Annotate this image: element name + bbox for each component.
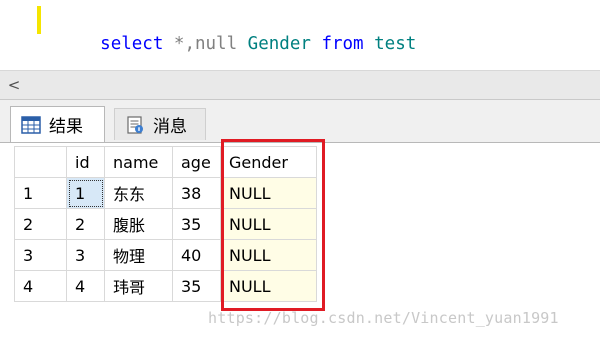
grid-results-icon xyxy=(21,115,41,134)
column-header-id[interactable]: id xyxy=(66,146,105,178)
row-number[interactable]: 4 xyxy=(14,270,67,302)
cell-age[interactable]: 40 xyxy=(172,239,221,271)
table-row[interactable]: 2 2 腹胀 35 NULL xyxy=(14,208,317,240)
query-editor[interactable]: select *,null Gender from test xyxy=(0,0,600,70)
cell-age[interactable]: 35 xyxy=(172,208,221,240)
sql-token: from xyxy=(321,34,364,54)
cell-gender[interactable]: NULL xyxy=(220,239,317,271)
tab-results-label: 结果 xyxy=(49,117,83,137)
tab-messages-label: 消息 xyxy=(153,117,187,137)
sql-token: select xyxy=(100,34,164,54)
grid-header-row: id name age Gender xyxy=(14,146,317,178)
column-header-gender[interactable]: Gender xyxy=(220,146,317,178)
sql-token: null xyxy=(194,34,238,54)
cell-gender[interactable]: NULL xyxy=(220,208,317,240)
column-header-name[interactable]: name xyxy=(104,146,173,178)
cell-name[interactable]: 物理 xyxy=(104,239,173,271)
changed-line-marker xyxy=(37,6,41,34)
table-row[interactable]: 4 4 玮哥 35 NULL xyxy=(14,270,317,302)
cell-gender[interactable]: NULL xyxy=(220,270,317,302)
row-number[interactable]: 3 xyxy=(14,239,67,271)
sql-token: test xyxy=(363,34,417,54)
scroll-left-arrow-icon[interactable]: < xyxy=(6,75,22,95)
cell-id[interactable]: 2 xyxy=(66,208,105,240)
results-pane: 结果 消息 id name age Gender 1 1 东东 38 NULL … xyxy=(0,106,600,340)
table-row[interactable]: 1 1 东东 38 NULL xyxy=(14,177,317,209)
cell-age[interactable]: 35 xyxy=(172,270,221,302)
row-number[interactable]: 2 xyxy=(14,208,67,240)
row-number[interactable]: 1 xyxy=(14,177,67,209)
tab-messages[interactable]: 消息 xyxy=(114,108,206,140)
cell-id[interactable]: 4 xyxy=(66,270,105,302)
messages-icon xyxy=(125,115,145,134)
sql-token: *, xyxy=(163,34,195,54)
watermark: https://blog.csdn.net/Vincent_yuan1991 xyxy=(208,309,559,327)
cell-name[interactable]: 玮哥 xyxy=(104,270,173,302)
horizontal-scrollbar[interactable]: < xyxy=(0,70,600,100)
cell-age[interactable]: 38 xyxy=(172,177,221,209)
results-grid: id name age Gender 1 1 东东 38 NULL 2 2 腹胀… xyxy=(14,146,317,302)
cell-gender[interactable]: NULL xyxy=(220,177,317,209)
column-header-age[interactable]: age xyxy=(172,146,221,178)
cell-name[interactable]: 东东 xyxy=(104,177,173,209)
cell-id[interactable]: 1 xyxy=(66,177,105,209)
sql-token: Gender xyxy=(237,34,322,54)
cell-id[interactable]: 3 xyxy=(66,239,105,271)
row-number-header xyxy=(14,146,67,178)
cell-name[interactable]: 腹胀 xyxy=(104,208,173,240)
table-row[interactable]: 3 3 物理 40 NULL xyxy=(14,239,317,271)
tab-results[interactable]: 结果 xyxy=(10,106,105,142)
